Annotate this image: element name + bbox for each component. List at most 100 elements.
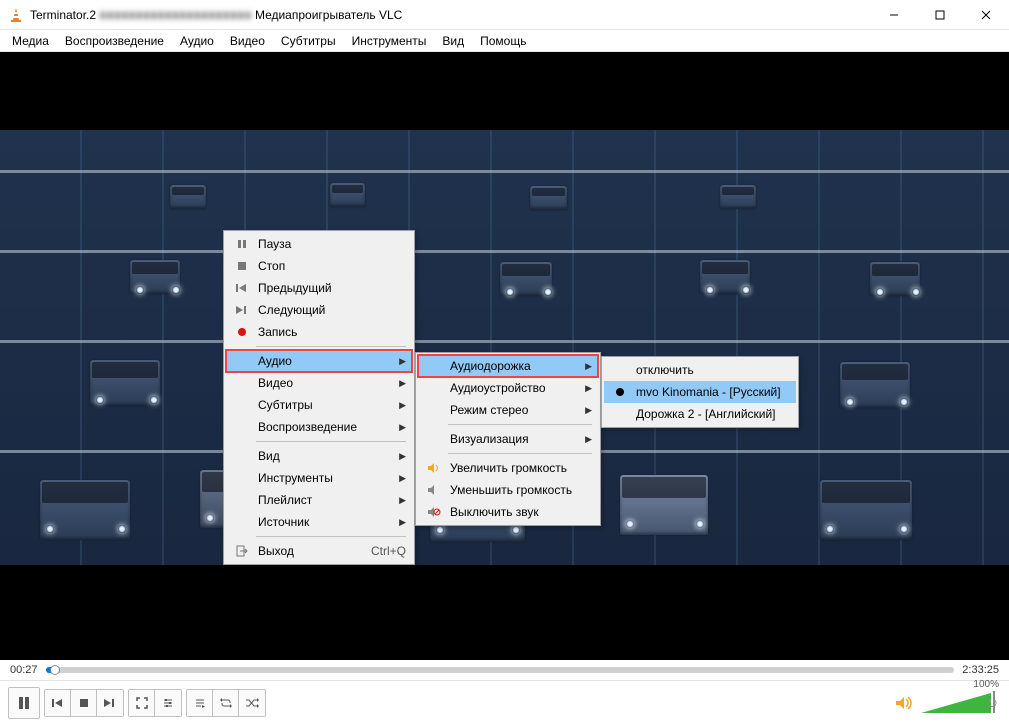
ctx-exit[interactable]: ВыходCtrl+Q	[226, 540, 412, 562]
ctx-subs[interactable]: Субтитры▶	[226, 394, 412, 416]
seek-slider[interactable]	[46, 667, 955, 673]
submenu-arrow-icon: ▶	[394, 473, 406, 484]
ctx-label: Аудиоустройство	[444, 381, 580, 395]
ctx-label: Дорожка 2 - [Английский]	[630, 407, 790, 421]
volume-icon[interactable]	[895, 696, 913, 710]
ctx-audio-device[interactable]: Аудиоустройство▶	[418, 377, 598, 399]
minimize-button[interactable]	[871, 0, 917, 29]
ctx-label: Плейлист	[252, 493, 394, 507]
submenu-arrow-icon: ▶	[394, 451, 406, 462]
menu-media[interactable]: Медиа	[4, 31, 57, 51]
ctx-label: Аудио	[252, 354, 394, 368]
play-pause-button[interactable]	[8, 687, 40, 719]
ctx-track-2[interactable]: Дорожка 2 - [Английский]	[604, 403, 796, 425]
ctx-label: Источник	[252, 515, 394, 529]
window-controls	[871, 0, 1009, 29]
stop-icon	[232, 261, 252, 271]
shuffle-button[interactable]	[239, 690, 265, 716]
ctx-label: Режим стерео	[444, 403, 580, 417]
ctx-vol-down[interactable]: Уменьшить громкость	[418, 479, 598, 501]
prev-button[interactable]	[45, 690, 71, 716]
ctx-label: Вид	[252, 449, 394, 463]
maximize-button[interactable]	[917, 0, 963, 29]
loop-indicator-icon: ⭮	[988, 694, 997, 713]
ctx-audio[interactable]: Аудио▶	[226, 350, 412, 372]
title-obscured: ■■■■■■■■■■■■■■■■■■■■■	[99, 8, 251, 22]
separator	[448, 453, 592, 454]
ctx-vol-up[interactable]: Увеличить громкость	[418, 457, 598, 479]
ctx-source[interactable]: Источник▶	[226, 511, 412, 533]
submenu-arrow-icon: ▶	[580, 405, 592, 416]
title-bar: Terminator.2 ■■■■■■■■■■■■■■■■■■■■■ Медиа…	[0, 0, 1009, 30]
ctx-record[interactable]: Запись	[226, 321, 412, 343]
ctx-label: Воспроизведение	[252, 420, 394, 434]
volume-triangle	[921, 693, 991, 713]
video-area[interactable]: Пауза Стоп Предыдущий Следующий Запись А…	[0, 52, 1009, 660]
menu-tools[interactable]: Инструменты	[344, 31, 435, 51]
ctx-label: Стоп	[252, 259, 406, 273]
menu-video[interactable]: Видео	[222, 31, 273, 51]
ctx-mute[interactable]: Выключить звук	[418, 501, 598, 523]
menu-bar: Медиа Воспроизведение Аудио Видео Субтит…	[0, 30, 1009, 52]
ctx-label: Уменьшить громкость	[444, 483, 592, 497]
volume-percent: 100%	[973, 679, 999, 690]
close-button[interactable]	[963, 0, 1009, 29]
ctx-label: Выключить звук	[444, 505, 592, 519]
ctx-track-disable[interactable]: отключить	[604, 359, 796, 381]
submenu-arrow-icon: ▶	[394, 378, 406, 389]
extended-settings-button[interactable]	[155, 690, 181, 716]
submenu-arrow-icon: ▶	[580, 361, 592, 372]
menu-audio[interactable]: Аудио	[172, 31, 222, 51]
ctx-playback[interactable]: Воспроизведение▶	[226, 416, 412, 438]
volume-slider[interactable]: 100% ⭮	[921, 691, 1001, 715]
window-title: Terminator.2 ■■■■■■■■■■■■■■■■■■■■■ Медиа…	[30, 8, 871, 22]
ctx-stop[interactable]: Стоп	[226, 255, 412, 277]
playlist-group	[186, 689, 266, 717]
ctx-tools[interactable]: Инструменты▶	[226, 467, 412, 489]
ctx-shortcut: Ctrl+Q	[355, 544, 406, 558]
controls-row: 100% ⭮	[0, 680, 1009, 725]
mute-icon	[424, 506, 444, 518]
menu-view[interactable]: Вид	[434, 31, 472, 51]
seek-bar-row: 00:27 2:33:25	[0, 660, 1009, 680]
context-menu: Пауза Стоп Предыдущий Следующий Запись А…	[223, 230, 415, 565]
ctx-label: Инструменты	[252, 471, 394, 485]
menu-playback[interactable]: Воспроизведение	[57, 31, 172, 51]
ctx-track-1[interactable]: mvo Kinomania - [Русский]	[604, 381, 796, 403]
ctx-label: Предыдущий	[252, 281, 406, 295]
ctx-visualization[interactable]: Визуализация▶	[418, 428, 598, 450]
ctx-playlist[interactable]: Плейлист▶	[226, 489, 412, 511]
submenu-arrow-icon: ▶	[394, 400, 406, 411]
ctx-view[interactable]: Вид▶	[226, 445, 412, 467]
seek-knob[interactable]	[50, 665, 60, 675]
separator	[256, 536, 406, 537]
ctx-label: Пауза	[252, 237, 406, 251]
playlist-button[interactable]	[187, 690, 213, 716]
ctx-audio-track[interactable]: Аудиодорожка▶	[418, 355, 598, 377]
menu-subtitles[interactable]: Субтитры	[273, 31, 344, 51]
next-button[interactable]	[97, 690, 123, 716]
ctx-prev[interactable]: Предыдущий	[226, 277, 412, 299]
record-icon	[232, 327, 252, 337]
ctx-label: Следующий	[252, 303, 406, 317]
ctx-video[interactable]: Видео▶	[226, 372, 412, 394]
ctx-stereo-mode[interactable]: Режим стерео▶	[418, 399, 598, 421]
ctx-next[interactable]: Следующий	[226, 299, 412, 321]
submenu-arrow-icon: ▶	[394, 356, 406, 367]
fullscreen-button[interactable]	[129, 690, 155, 716]
ctx-pause[interactable]: Пауза	[226, 233, 412, 255]
stop-button[interactable]	[71, 690, 97, 716]
vlc-cone-icon	[8, 7, 24, 23]
submenu-arrow-icon: ▶	[580, 434, 592, 445]
separator	[256, 441, 406, 442]
submenu-arrow-icon: ▶	[580, 383, 592, 394]
loop-button[interactable]	[213, 690, 239, 716]
time-elapsed[interactable]: 00:27	[10, 664, 38, 676]
menu-help[interactable]: Помощь	[472, 31, 534, 51]
ctx-label: Аудиодорожка	[444, 359, 580, 373]
submenu-arrow-icon: ▶	[394, 422, 406, 433]
ctx-label: Запись	[252, 325, 406, 339]
time-total[interactable]: 2:33:25	[962, 664, 999, 676]
next-track-icon	[232, 305, 252, 315]
title-prefix: Terminator.2	[30, 8, 96, 22]
